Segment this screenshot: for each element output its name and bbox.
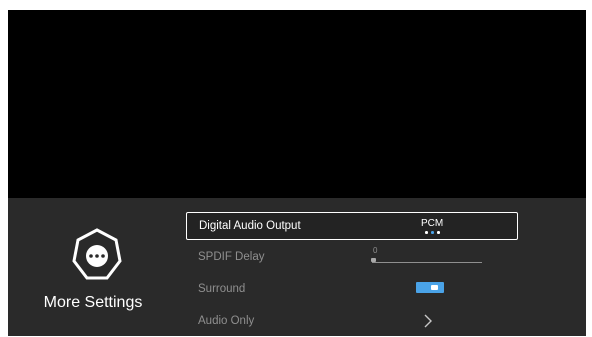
chevron-right-icon <box>424 314 432 328</box>
settings-menu-panel: More Settings Digital Audio Output PCM S… <box>8 198 586 336</box>
menu-item-label: SPDIF Delay <box>198 251 265 263</box>
menu-item-label: Audio Only <box>198 315 255 327</box>
menu-item-surround[interactable]: Surround <box>186 276 518 304</box>
spdif-delay-slider-handle[interactable] <box>371 258 376 262</box>
video-preview-area <box>8 10 586 198</box>
more-dots-icon <box>72 228 122 280</box>
surround-toggle[interactable] <box>416 282 444 293</box>
menu-item-label: Digital Audio Output <box>199 220 301 232</box>
option-dot <box>425 231 428 234</box>
spdif-delay-value: 0 <box>373 246 378 255</box>
digital-audio-output-value: PCM <box>421 218 444 229</box>
menu-item-spdif-delay[interactable]: SPDIF Delay 0 <box>186 244 518 272</box>
menu-item-digital-audio-output[interactable]: Digital Audio Output PCM <box>186 212 518 240</box>
option-indicator-dots <box>425 231 445 235</box>
toggle-knob <box>431 285 438 290</box>
option-dot <box>437 231 440 234</box>
menu-item-audio-only[interactable]: Audio Only <box>186 308 518 336</box>
tv-screen: More Settings Digital Audio Output PCM S… <box>8 10 586 336</box>
option-dot <box>431 231 434 234</box>
menu-item-label: Surround <box>198 283 246 295</box>
category-panel: More Settings <box>8 198 178 336</box>
category-title: More Settings <box>43 294 143 311</box>
spdif-delay-slider-track[interactable] <box>372 262 482 263</box>
